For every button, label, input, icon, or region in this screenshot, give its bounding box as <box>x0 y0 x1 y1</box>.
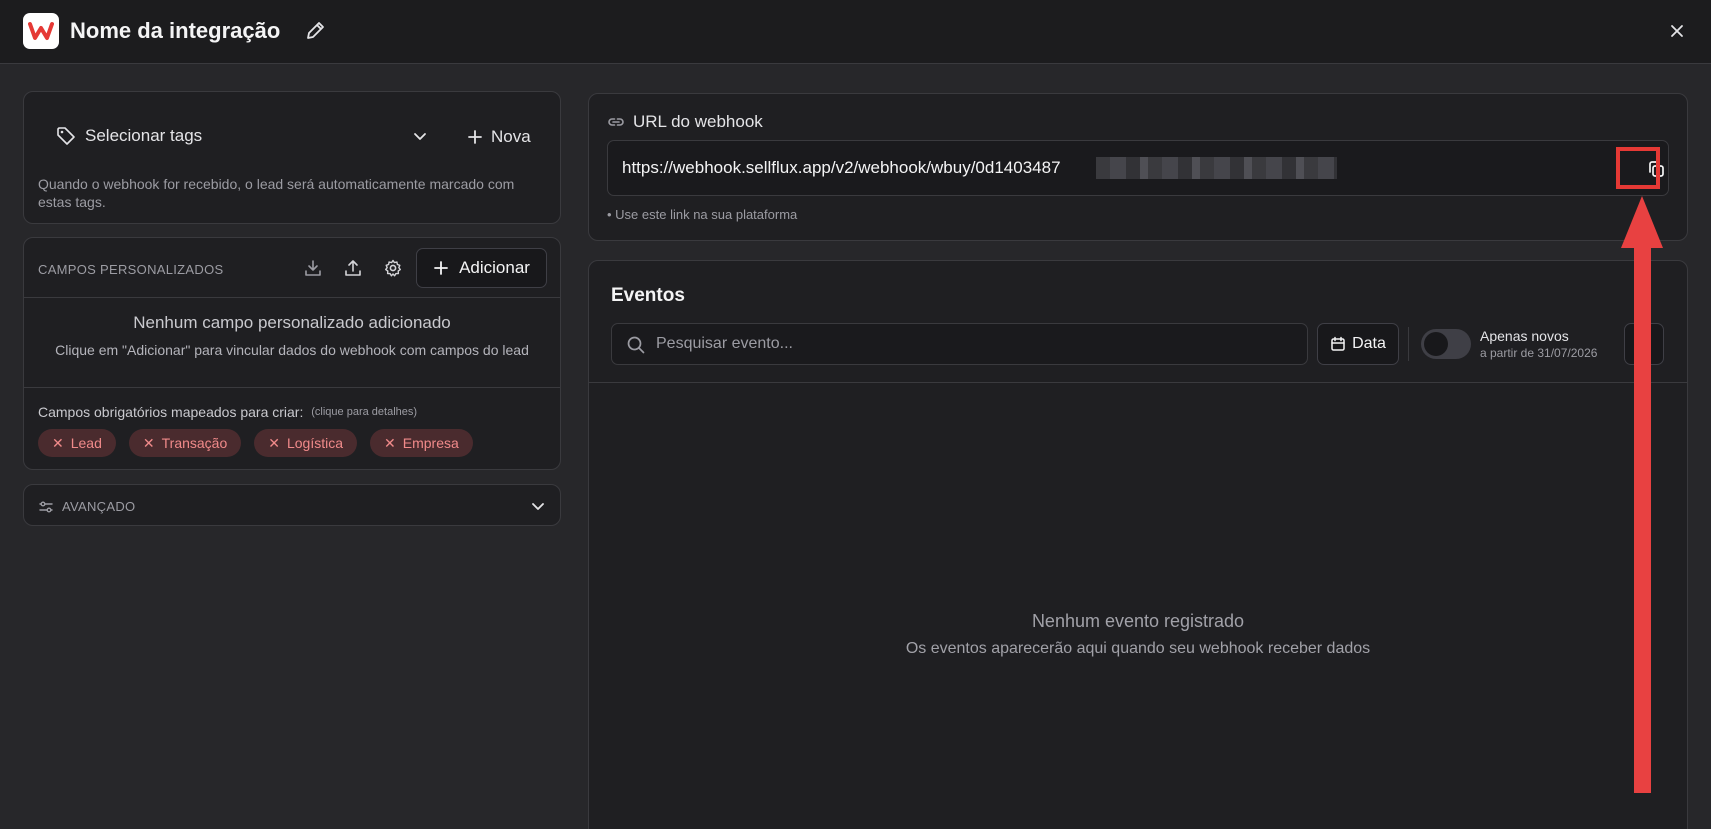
tags-help-text: Quando o webhook for recebido, o lead se… <box>38 176 515 210</box>
chip-label: Logística <box>286 435 344 451</box>
advanced-label: AVANÇADO <box>62 499 136 514</box>
chip-label: Transação <box>161 435 228 451</box>
webhook-url-hint: • Use este link na sua plataforma <box>607 207 798 222</box>
events-empty-state: Nenhum evento registrado Os eventos apar… <box>589 611 1687 658</box>
events-empty-title: Nenhum evento registrado <box>1031 611 1245 631</box>
webhook-url-card: URL do webhook https://webhook.sellflux.… <box>588 93 1688 241</box>
annotation-arrow-shaft <box>1634 244 1651 793</box>
logo-w-icon <box>28 22 54 40</box>
required-fields-hint[interactable]: (clique para detalhes) <box>311 406 417 418</box>
required-fields-label[interactable]: Campos obrigatórios mapeados para criar:… <box>38 404 417 420</box>
upload-icon[interactable] <box>340 255 366 281</box>
tags-select[interactable]: Selecionar tags <box>56 126 202 146</box>
add-field-button[interactable]: Adicionar <box>416 248 547 288</box>
custom-fields-section-label: CAMPOS PERSONALIZADOS <box>38 262 224 277</box>
link-icon <box>608 118 624 126</box>
chip-label: Lead <box>70 435 102 451</box>
calendar-icon <box>1331 336 1345 351</box>
toolbar-divider <box>1408 327 1409 361</box>
search-icon <box>627 336 645 354</box>
plus-icon <box>468 130 482 144</box>
only-new-sub: a partir de 31/07/2026 <box>1480 346 1598 360</box>
only-new-toggle[interactable] <box>1421 329 1471 359</box>
chip-transacao[interactable]: ✕ Transação <box>128 429 242 457</box>
custom-fields-empty-title: Nenhum campo personalizado adicionado <box>133 313 451 332</box>
x-icon: ✕ <box>384 434 396 451</box>
webhook-url-label: URL do webhook <box>633 112 763 131</box>
new-tag-label: Nova <box>491 127 531 146</box>
annotation-arrow-head <box>1621 196 1663 248</box>
new-tag-button[interactable]: Nova <box>461 125 537 149</box>
chip-lead[interactable]: ✕ Lead <box>38 429 116 457</box>
webhook-url-text: https://webhook.sellflux.app/v2/webhook/… <box>622 158 1061 177</box>
plus-icon <box>434 261 448 275</box>
x-icon: ✕ <box>52 434 64 451</box>
chevron-down-icon <box>532 503 544 510</box>
app-logo <box>23 13 59 49</box>
add-field-label: Adicionar <box>459 258 530 277</box>
events-separator <box>589 382 1687 383</box>
webhook-url-field[interactable]: https://webhook.sellflux.app/v2/webhook/… <box>607 140 1669 196</box>
page-title: Nome da integração <box>70 18 281 43</box>
x-icon: ✕ <box>268 434 280 451</box>
required-fields-text: Campos obrigatórios mapeados para criar: <box>38 404 304 420</box>
chip-label: Empresa <box>402 435 459 451</box>
annotation-highlight-box <box>1616 147 1660 189</box>
custom-fields-empty-state: Nenhum campo personalizado adicionado Cl… <box>24 298 560 388</box>
events-empty-subtitle: Os eventos aparecerão aqui quando seu we… <box>905 640 1371 657</box>
only-new-label: Apenas novos <box>1480 328 1569 344</box>
pencil-icon[interactable] <box>304 20 326 42</box>
events-title: Eventos <box>611 285 685 306</box>
required-fields-chips: ✕ Lead ✕ Transação ✕ Logística ✕ Empresa <box>38 429 473 457</box>
date-filter-button[interactable]: Data <box>1317 323 1399 365</box>
advanced-section-toggle[interactable]: AVANÇADO <box>23 484 561 526</box>
events-card: Eventos Data Apenas novos a partir de 31… <box>588 260 1688 829</box>
toggle-knob <box>1424 332 1448 356</box>
chip-empresa[interactable]: ✕ Empresa <box>370 429 473 457</box>
top-bar: Nome da integração <box>0 0 1711 64</box>
download-icon[interactable] <box>300 255 326 281</box>
webhook-url-redacted <box>1096 157 1337 179</box>
tags-card: Selecionar tags Nova Quando o webhook fo… <box>23 91 561 224</box>
custom-fields-empty-subtitle: Clique em "Adicionar" para vincular dado… <box>55 342 529 358</box>
webhook-url-header: URL do webhook <box>607 112 763 132</box>
chevron-down-icon[interactable] <box>411 127 429 145</box>
tag-icon <box>57 127 75 145</box>
event-search-input[interactable] <box>656 324 1296 364</box>
tags-select-label: Selecionar tags <box>85 126 203 145</box>
gear-icon[interactable] <box>380 255 406 281</box>
custom-fields-header: CAMPOS PERSONALIZADOS Adicionar <box>24 238 560 298</box>
sliders-icon <box>39 501 53 513</box>
chip-logistica[interactable]: ✕ Logística <box>254 429 358 457</box>
event-search[interactable] <box>611 323 1308 365</box>
close-icon[interactable] <box>1666 20 1688 42</box>
x-icon: ✕ <box>142 434 155 451</box>
custom-fields-card: CAMPOS PERSONALIZADOS Adicionar Nenhum c… <box>23 237 561 470</box>
date-filter-label: Data <box>1352 335 1386 352</box>
